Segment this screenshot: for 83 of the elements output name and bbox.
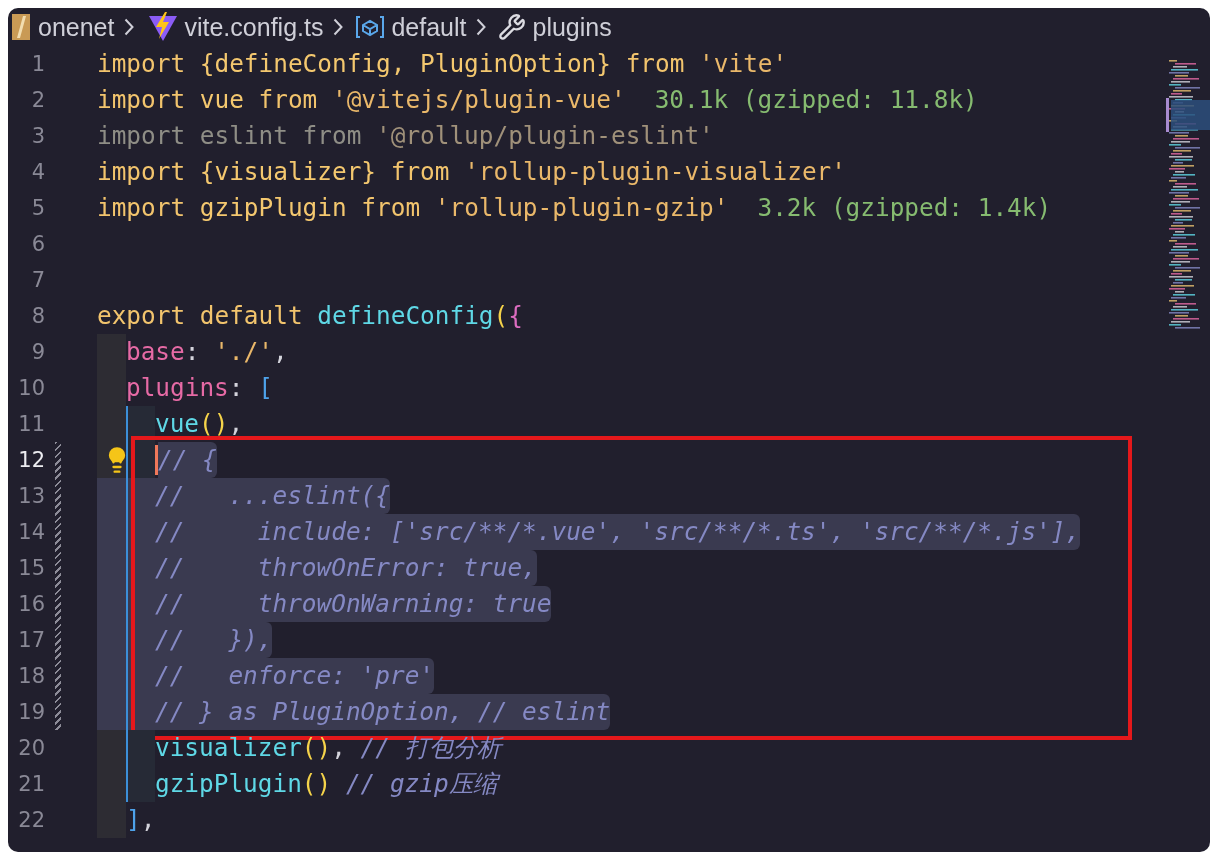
line-number: 15 (17, 556, 45, 580)
line-number: 16 (17, 592, 45, 616)
code-token: , (228, 408, 244, 440)
code-token: [ (258, 372, 273, 404)
vite-logo-icon (148, 12, 179, 42)
code-token: base (126, 336, 185, 368)
code-token: // } as PluginOption, // eslint (155, 694, 611, 730)
code-token: import eslint from (97, 120, 363, 152)
code-token: gzipPlugin (155, 768, 302, 800)
line-number: 18 (17, 664, 45, 688)
line-number: 13 (17, 484, 45, 508)
code-token: import (97, 192, 187, 224)
code-token: // { (158, 442, 217, 478)
code-token: // ...eslint({ (155, 478, 390, 514)
code-token: from (258, 84, 319, 116)
code-token: // }), (155, 622, 273, 658)
code-token: () (301, 768, 333, 800)
code-token: from (361, 192, 422, 224)
code-token: () (301, 732, 332, 764)
line-number: 21 (17, 772, 45, 796)
code-token: export default (97, 300, 304, 332)
code-token: : (184, 336, 201, 368)
code-token: ( (493, 300, 509, 332)
line-number: 12 (17, 448, 45, 472)
line-number: 1 (30, 52, 45, 76)
line-number: 5 (30, 196, 45, 220)
code-token: from (625, 48, 686, 80)
code-token: visualizer (155, 732, 302, 764)
code-token: // enforce: 'pre' (155, 658, 434, 694)
line-number: 2 (30, 88, 45, 112)
line-number: 20 (17, 736, 45, 760)
folder-icon (10, 12, 32, 42)
line-number: 7 (30, 268, 45, 292)
code-token: import (97, 48, 187, 80)
line-number: 3 (30, 124, 45, 148)
code-token: , (272, 336, 288, 368)
symbol-icon (355, 14, 386, 40)
line-number: 10 (17, 376, 45, 400)
code-token: vue (155, 408, 200, 440)
code-token: ] (126, 804, 141, 836)
code-token: '@vitejs/plugin-vue' (332, 84, 626, 116)
chevron-icon (124, 18, 135, 36)
line-number: 17 (17, 628, 45, 652)
code-token: './' (214, 336, 273, 368)
code-token: import (97, 84, 187, 116)
code-token: 'vite' (699, 48, 788, 80)
chevron-icon (476, 18, 487, 36)
code-token: , (331, 732, 347, 764)
line-number: 19 (17, 700, 45, 724)
text-cursor (155, 445, 158, 475)
breadcrumb-item[interactable]: onenet (38, 12, 115, 42)
wrench-icon (498, 13, 527, 41)
line-number: 14 (17, 520, 45, 544)
code-token: // include: ['src/**/*.vue', 'src/**/*.ts', 'src/**/*.js'], (155, 514, 1081, 550)
breadcrumb-item[interactable]: plugins (532, 12, 612, 42)
line-number: 11 (17, 412, 45, 436)
size-hint: 3.2k (gzipped: 1.4k) (757, 192, 1052, 224)
code-token: plugins (126, 372, 229, 404)
code-token: { (508, 300, 523, 332)
line-number: 9 (30, 340, 45, 364)
code-token: , (140, 804, 156, 836)
breadcrumb-item[interactable]: default (391, 12, 467, 42)
code-token: 'rollup-plugin-visualizer' (464, 156, 846, 188)
code-token: : (228, 372, 245, 404)
size-hint: 30.1k (gzipped: 11.8k) (654, 84, 978, 116)
code-token: defineConfig (317, 300, 494, 332)
chevron-icon (333, 18, 344, 36)
code-token: {defineConfig, PluginOption} (199, 48, 612, 80)
code-token: '@rollup/plugin-eslint' (376, 120, 714, 152)
line-number: 6 (30, 232, 45, 256)
code-token: import (97, 156, 187, 188)
code-token: // throwOnWarning: true (155, 586, 552, 622)
code-token: gzipPlugin (199, 192, 348, 224)
line-number: 4 (30, 160, 45, 184)
code-token: () (199, 408, 229, 440)
code-token: {visualizer} (199, 156, 377, 188)
line-number: 8 (30, 304, 45, 328)
code-token: // throwOnError: true, (155, 550, 537, 586)
line-number: 22 (17, 808, 45, 832)
breadcrumb-item[interactable]: vite.config.ts (184, 12, 324, 42)
code-token: 'rollup-plugin-gzip' (434, 192, 729, 224)
code-token: vue (199, 84, 245, 116)
code-token: from (390, 156, 451, 188)
